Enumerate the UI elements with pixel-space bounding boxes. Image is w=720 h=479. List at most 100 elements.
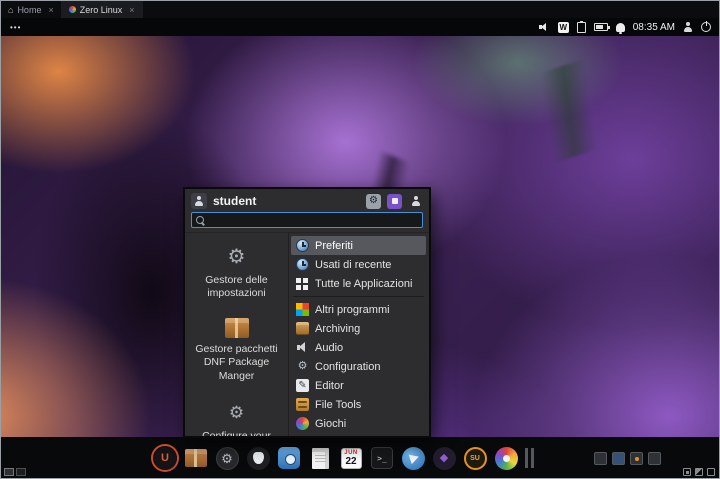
- dock-plectrum-app[interactable]: [246, 446, 270, 470]
- app-item-configure[interactable]: ⚙ Configure your: [202, 401, 271, 436]
- category-tutte-le-applicazioni[interactable]: Tutte le Applicazioni: [291, 274, 426, 293]
- u-logo-icon: U: [154, 447, 177, 470]
- dock-u-logo[interactable]: U: [153, 446, 177, 470]
- dock: U ⚙ JUN 22 >: [153, 446, 534, 470]
- drawer-icon: [296, 398, 309, 411]
- workspace-switcher: [4, 468, 26, 476]
- app-item-settings-manager[interactable]: ⚙ Gestore delle impostazioni: [191, 245, 282, 300]
- category-label: Archiving: [315, 323, 360, 335]
- dock-paint-app[interactable]: [494, 446, 518, 470]
- workspace-1[interactable]: [4, 468, 14, 476]
- category-audio[interactable]: Audio: [291, 338, 426, 357]
- category-editor[interactable]: ✎ Editor: [291, 376, 426, 395]
- corner-icon-3[interactable]: [707, 468, 715, 476]
- wallpaper-streak: [450, 34, 687, 188]
- tray-app-icon-1[interactable]: [594, 452, 607, 465]
- workspace-2[interactable]: [16, 468, 26, 476]
- calendar-icon: JUN 22: [341, 448, 362, 469]
- tray-app-icon-4[interactable]: [648, 452, 661, 465]
- category-label: Editor: [315, 380, 344, 392]
- menu-user-button[interactable]: [408, 194, 423, 209]
- menu-category-list: Preferiti Usati di recente Tutte le Appl…: [289, 233, 429, 436]
- system-tray: W 08:35 AM: [539, 22, 711, 33]
- distro-favicon: [69, 6, 76, 13]
- app-item-label: Gestore delle impostazioni: [191, 274, 282, 300]
- category-altri-programmi[interactable]: Altri programmi: [291, 300, 426, 319]
- menu-settings-button[interactable]: ⚙: [366, 194, 381, 209]
- speaker-icon: [296, 341, 309, 354]
- taskbar-mini-tray: [594, 452, 661, 465]
- menu-lock-button[interactable]: [387, 194, 402, 209]
- panel-menu-dots[interactable]: •••: [10, 23, 21, 32]
- pencil-icon: ✎: [296, 379, 309, 392]
- viewer-tab-bar: ⌂ Home × Zero Linux ×: [1, 1, 719, 18]
- search-box[interactable]: [191, 212, 423, 228]
- battery-icon[interactable]: [594, 23, 608, 31]
- dock-document[interactable]: [308, 446, 332, 470]
- remote-desktop-window: ⌂ Home × Zero Linux × ••• W 08:35 AM: [0, 0, 720, 479]
- category-label: Tutte le Applicazioni: [315, 278, 412, 290]
- all-apps-grid-icon: [296, 277, 309, 290]
- dock-settings[interactable]: ⚙: [215, 446, 239, 470]
- category-label: Giochi: [315, 418, 346, 430]
- games-icon: [296, 417, 309, 430]
- favorites-clock-icon: [296, 239, 309, 252]
- search-icon: [196, 216, 205, 225]
- category-archiving[interactable]: Archiving: [291, 319, 426, 338]
- package-icon: [225, 318, 249, 338]
- calendar-day: 22: [345, 456, 356, 467]
- application-menu: student ⚙ ⚙ Gestore delle impostazioni G…: [183, 187, 431, 438]
- app-item-label: Gestore pacchetti DNF Package Manger: [191, 343, 282, 382]
- recent-clock-icon: [296, 258, 309, 271]
- app-item-dnf-package-manager[interactable]: Gestore pacchetti DNF Package Manger: [191, 318, 282, 382]
- corner-icon-2[interactable]: [695, 468, 703, 476]
- dock-su-app[interactable]: SU: [463, 446, 487, 470]
- dock-blue-app[interactable]: [401, 446, 425, 470]
- gear-icon: ⚙: [216, 447, 239, 470]
- desktop-bottom-panel: U ⚙ JUN 22 >: [1, 437, 719, 478]
- paper-plane-icon: [402, 447, 425, 470]
- tab-home[interactable]: ⌂ Home ×: [1, 1, 62, 18]
- tab-close-icon[interactable]: ×: [129, 5, 134, 15]
- gear-icon: ⚙: [369, 196, 378, 206]
- corner-icon-1[interactable]: [683, 468, 691, 476]
- category-label: Audio: [315, 342, 343, 354]
- plectrum-icon: [247, 447, 270, 470]
- person-icon: [194, 196, 204, 206]
- user-avatar: [191, 193, 207, 209]
- screenshot-icon: [278, 447, 300, 469]
- dock-screenshot[interactable]: [277, 446, 301, 470]
- category-usati-di-recente[interactable]: Usati di recente: [291, 255, 426, 274]
- package-box-icon: [185, 449, 207, 467]
- power-icon[interactable]: [701, 22, 711, 32]
- tab-home-label: Home: [17, 5, 41, 15]
- clipboard-icon[interactable]: [577, 22, 586, 33]
- category-label: Usati di recente: [315, 259, 391, 271]
- tab-close-icon[interactable]: ×: [48, 5, 53, 15]
- category-giochi[interactable]: Giochi: [291, 414, 426, 433]
- category-divider: [293, 296, 424, 297]
- tray-app-icon-2[interactable]: [612, 452, 625, 465]
- tab-zero-linux[interactable]: Zero Linux ×: [62, 1, 143, 18]
- dock-dark-app[interactable]: ◆: [432, 446, 456, 470]
- document-icon: [312, 448, 329, 469]
- tray-app-icon-3[interactable]: [630, 452, 643, 465]
- corner-icons: [683, 468, 715, 476]
- search-input[interactable]: [209, 215, 418, 226]
- category-file-tools[interactable]: File Tools: [291, 395, 426, 414]
- dock-terminal[interactable]: >_: [370, 446, 394, 470]
- category-configuration[interactable]: ⚙ Configuration: [291, 357, 426, 376]
- menu-app-results: ⚙ Gestore delle impostazioni Gestore pac…: [185, 233, 289, 436]
- wine-tray-icon[interactable]: W: [558, 22, 569, 33]
- notifications-bell-icon[interactable]: [616, 23, 625, 32]
- dock-calendar[interactable]: JUN 22: [339, 446, 363, 470]
- menu-body: ⚙ Gestore delle impostazioni Gestore pac…: [185, 232, 429, 436]
- lock-icon: [392, 198, 398, 204]
- clock-time[interactable]: 08:35 AM: [633, 22, 675, 33]
- user-session-icon[interactable]: [683, 22, 693, 32]
- category-preferiti[interactable]: Preferiti: [291, 236, 426, 255]
- dock-package[interactable]: [184, 446, 208, 470]
- volume-icon[interactable]: [539, 22, 550, 33]
- tab-zero-linux-label: Zero Linux: [80, 5, 123, 15]
- color-wheel-icon: [495, 447, 518, 470]
